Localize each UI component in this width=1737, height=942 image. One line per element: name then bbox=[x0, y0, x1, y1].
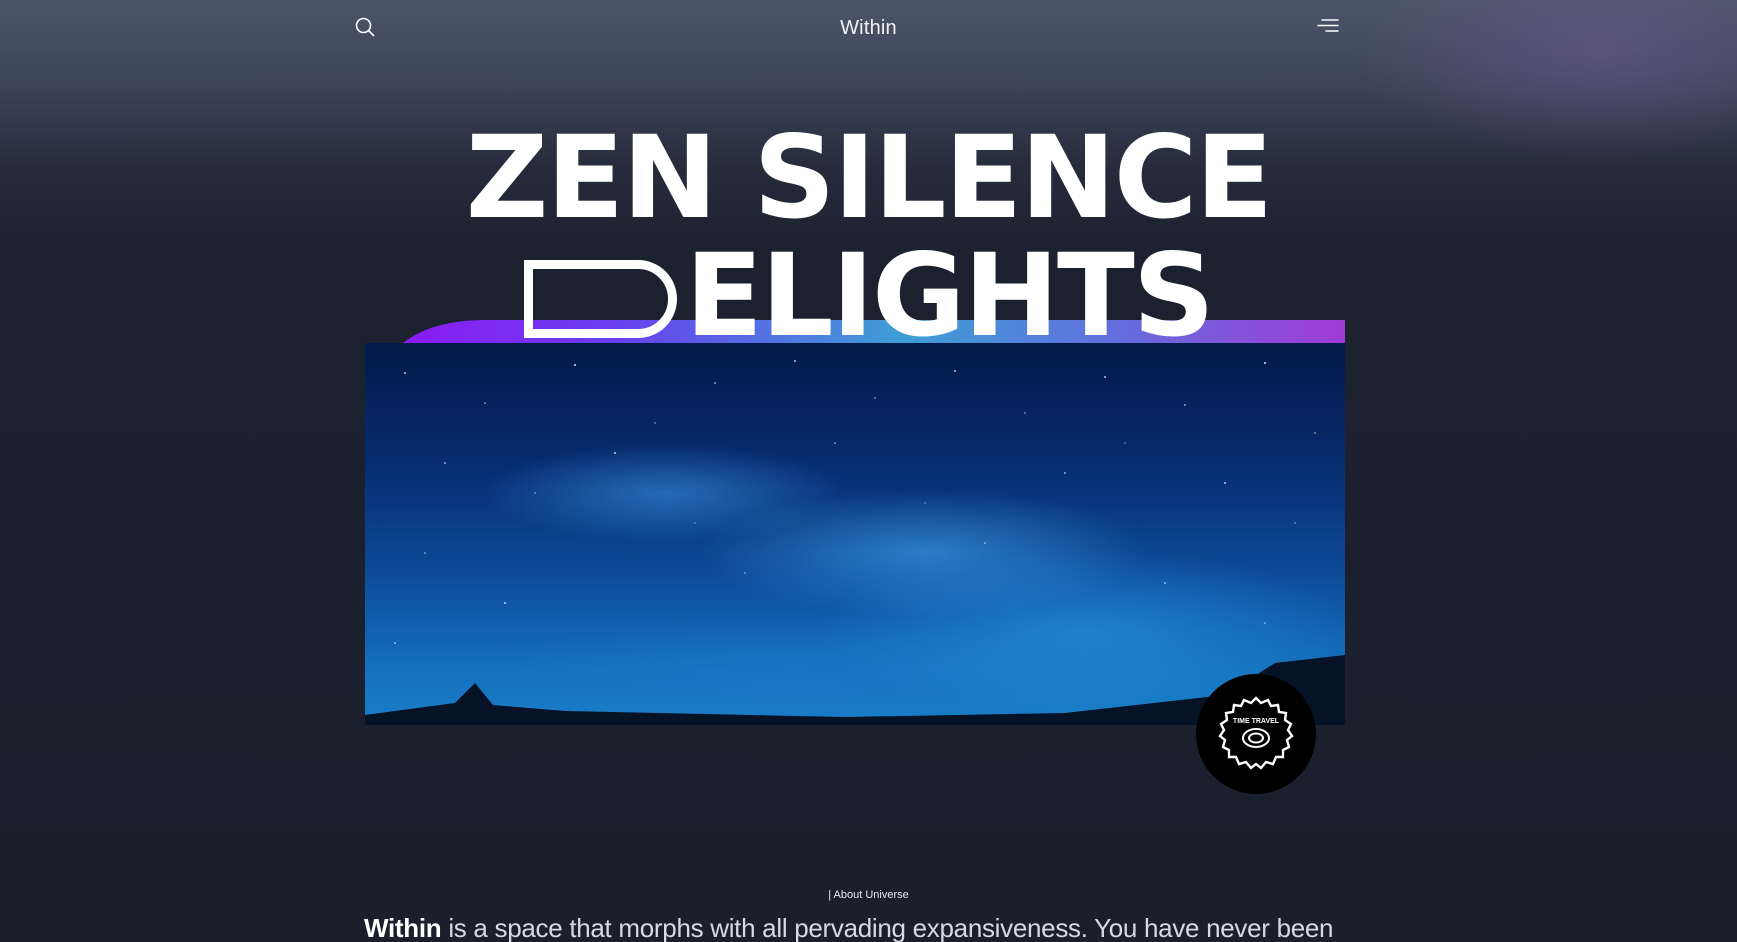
hero-title-line1: ZEN SILENCE bbox=[465, 111, 1274, 244]
hero-title-line2: ELIGHTS bbox=[0, 236, 1737, 356]
time-travel-badge[interactable]: TIME TRAVEL bbox=[1196, 674, 1316, 794]
about-paragraph: Within is a space that morphs with all p… bbox=[364, 911, 1364, 942]
about-section-label: | About Universe bbox=[828, 889, 909, 901]
about-brand: Within bbox=[364, 913, 442, 942]
badge-seal-icon bbox=[1218, 696, 1294, 770]
badge-text: TIME TRAVEL bbox=[1232, 718, 1280, 725]
hero-image bbox=[365, 343, 1345, 725]
hero-title-line2-text: ELIGHTS bbox=[685, 229, 1215, 362]
page: Within ZEN SILENCE ELIGHTS TIME TRAVEL |… bbox=[0, 0, 1737, 942]
about-text: is a space that morphs with all pervadin… bbox=[448, 913, 1334, 942]
starfield bbox=[365, 360, 1345, 725]
letter-d-outline bbox=[524, 260, 678, 338]
